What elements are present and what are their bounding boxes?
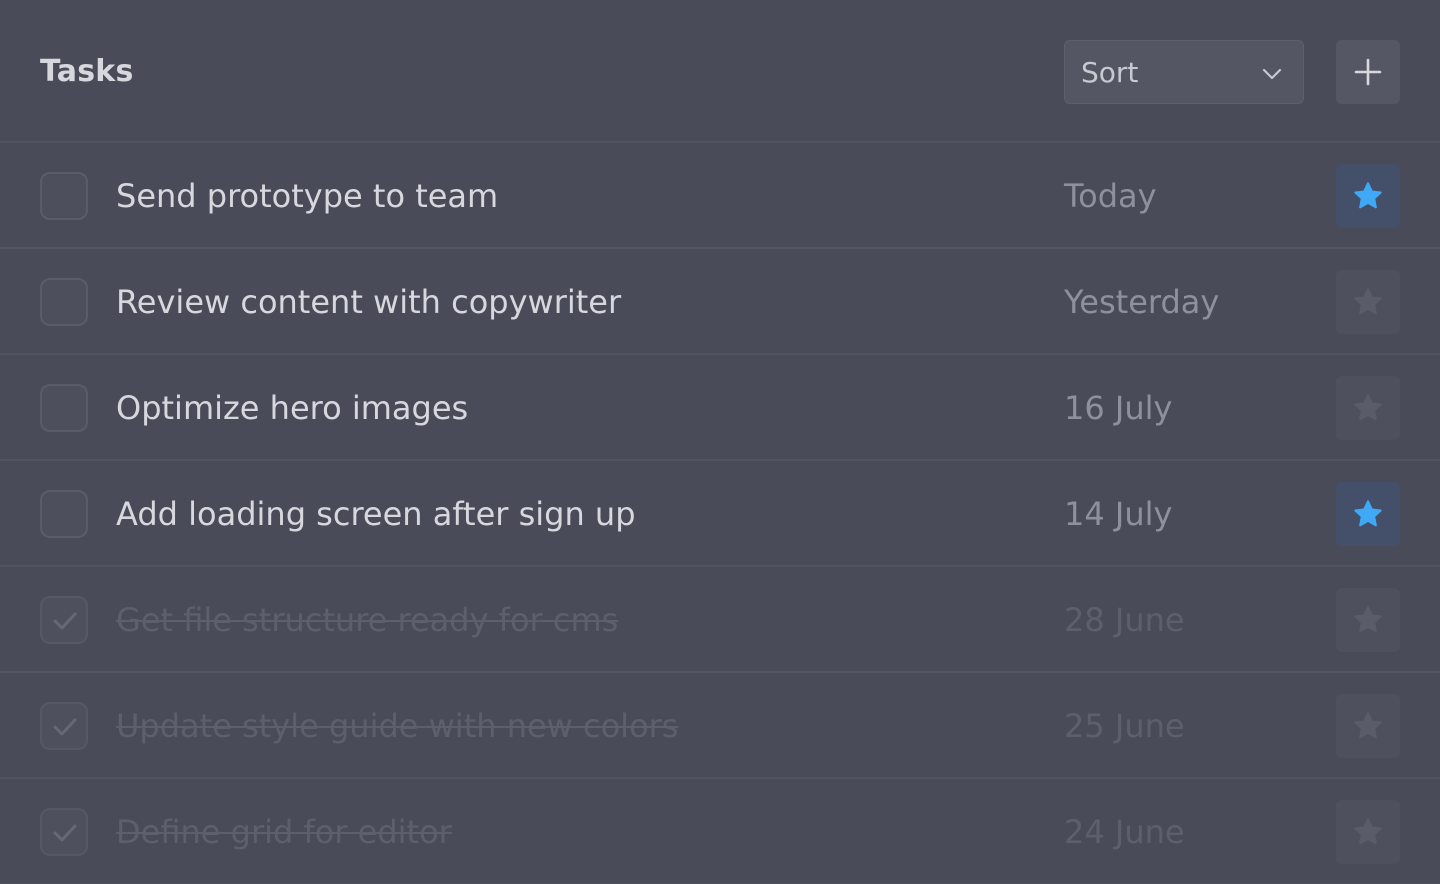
- task-checkbox[interactable]: [40, 702, 88, 750]
- star-icon: [1354, 182, 1382, 209]
- task-list: Send prototype to team Today Review cont…: [0, 143, 1440, 884]
- star-icon: [1354, 606, 1382, 633]
- star-button[interactable]: [1336, 482, 1400, 546]
- task-row: Optimize hero images 16 July: [0, 355, 1440, 461]
- task-title: Optimize hero images: [116, 389, 469, 427]
- star-icon: [1354, 500, 1382, 527]
- task-title: Get file structure ready for cms: [116, 601, 619, 639]
- star-button[interactable]: [1336, 694, 1400, 758]
- sort-dropdown[interactable]: Sort: [1064, 40, 1304, 104]
- task-checkbox[interactable]: [40, 490, 88, 538]
- star-button[interactable]: [1336, 270, 1400, 334]
- task-date: 16 July: [1064, 389, 1173, 427]
- star-button[interactable]: [1336, 164, 1400, 228]
- task-date: 25 June: [1064, 707, 1185, 745]
- task-date: Yesterday: [1064, 283, 1220, 321]
- star-button[interactable]: [1336, 800, 1400, 864]
- chevron-down-icon: [1261, 63, 1283, 85]
- task-row: Get file structure ready for cms 28 June: [0, 567, 1440, 673]
- task-date: 24 June: [1064, 813, 1185, 851]
- task-row: Send prototype to team Today: [0, 143, 1440, 249]
- task-checkbox[interactable]: [40, 596, 88, 644]
- check-icon: [53, 612, 77, 630]
- task-checkbox[interactable]: [40, 172, 88, 220]
- star-icon: [1354, 712, 1382, 739]
- task-row: Update style guide with new colors 25 Ju…: [0, 673, 1440, 779]
- task-checkbox[interactable]: [40, 278, 88, 326]
- star-icon: [1354, 394, 1382, 421]
- task-date: 14 July: [1064, 495, 1173, 533]
- star-button[interactable]: [1336, 376, 1400, 440]
- star-icon: [1354, 818, 1382, 845]
- tasks-app: Tasks Sort Send prototype to team Today: [0, 0, 1440, 884]
- star-icon: [1354, 288, 1382, 315]
- task-title: Review content with copywriter: [116, 283, 622, 321]
- task-checkbox[interactable]: [40, 384, 88, 432]
- task-row: Define grid for editor 24 June: [0, 779, 1440, 884]
- add-task-button[interactable]: [1336, 40, 1400, 104]
- task-row: Add loading screen after sign up 14 July: [0, 461, 1440, 567]
- sort-label: Sort: [1081, 56, 1139, 89]
- check-icon: [53, 824, 77, 842]
- task-row: Review content with copywriter Yesterday: [0, 249, 1440, 355]
- page-title: Tasks: [40, 54, 134, 89]
- tasks-header: Tasks Sort: [0, 0, 1440, 143]
- task-date: 28 June: [1064, 601, 1185, 639]
- check-icon: [53, 718, 77, 736]
- star-button[interactable]: [1336, 588, 1400, 652]
- task-title: Send prototype to team: [116, 177, 499, 215]
- task-checkbox[interactable]: [40, 808, 88, 856]
- task-title: Update style guide with new colors: [116, 707, 679, 745]
- task-title: Add loading screen after sign up: [116, 495, 636, 533]
- task-date: Today: [1064, 177, 1157, 215]
- task-title: Define grid for editor: [116, 813, 452, 851]
